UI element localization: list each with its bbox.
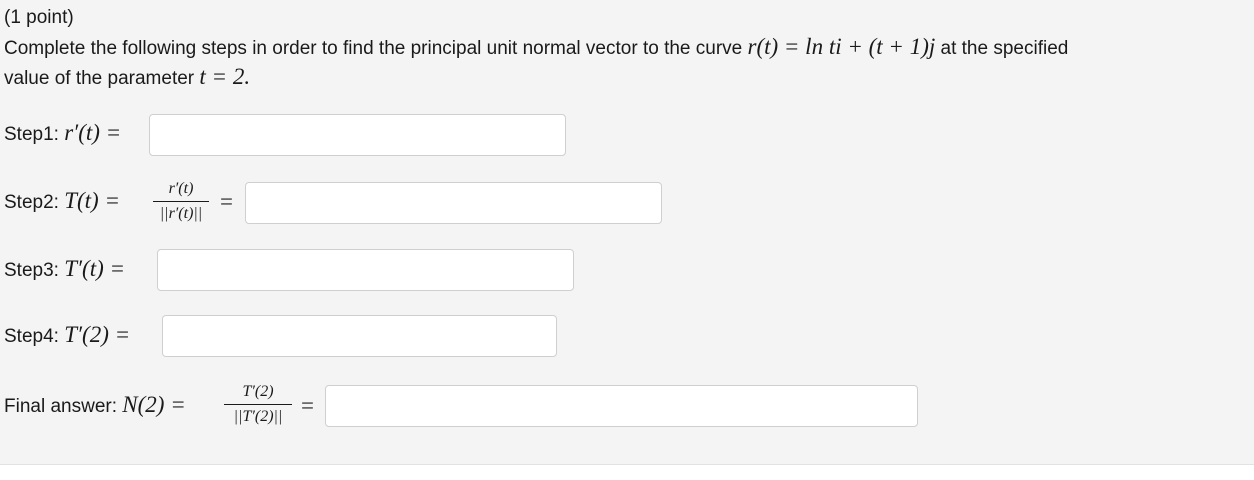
step1-label: Step1:	[4, 124, 59, 145]
prompt-text-mid: at the specified	[940, 38, 1069, 59]
final-equals: =	[301, 393, 314, 418]
step3-label: Step3:	[4, 260, 59, 281]
points-label: (1 point)	[4, 7, 74, 28]
prompt-line-1: Complete the following steps in order to…	[4, 34, 1069, 60]
step2-equals: =	[220, 189, 233, 214]
prompt-text-line2: value of the parameter	[4, 68, 195, 89]
curve-expression: r(t) = ln ti + (t + 1)j	[747, 34, 936, 59]
prompt-text-before: Complete the following steps in order to…	[4, 38, 743, 59]
step2-label-row: Step2: T(t) =	[4, 188, 120, 214]
final-answer-input[interactable]	[325, 385, 918, 427]
step4-label-row: Step4: T′(2) =	[4, 322, 131, 348]
step3-math: T′(t) =	[64, 256, 126, 281]
step2-fraction-denominator: ||r′(t)||	[159, 205, 203, 222]
final-fraction-numerator: T′(2)	[242, 383, 274, 400]
step1-input[interactable]	[149, 114, 566, 156]
question-panel: (1 point) Complete the following steps i…	[0, 0, 1254, 465]
final-fraction-denominator: ||T′(2)||	[233, 408, 283, 425]
step2-input[interactable]	[245, 182, 662, 224]
final-label: Final answer:	[4, 396, 117, 417]
step1-label-row: Step1: r′(t) =	[4, 120, 122, 146]
step1-math: r′(t) =	[64, 120, 122, 145]
step2-fraction: r′(t) ||r′(t)||	[153, 180, 209, 223]
parameter-expression: t = 2.	[199, 64, 251, 89]
step2-label: Step2:	[4, 192, 59, 213]
step4-math: T′(2) =	[64, 322, 131, 347]
step2-math: T(t) =	[64, 188, 120, 213]
step4-input[interactable]	[162, 315, 557, 357]
final-label-row: Final answer: N(2) =	[4, 392, 186, 418]
step3-label-row: Step3: T′(t) =	[4, 256, 126, 282]
step3-input[interactable]	[157, 249, 574, 291]
prompt-line-2: value of the parameter t = 2.	[4, 64, 251, 90]
final-fraction: T′(2) ||T′(2)||	[224, 383, 292, 426]
step2-fraction-numerator: r′(t)	[168, 180, 194, 197]
final-math: N(2) =	[122, 392, 186, 417]
step4-label: Step4:	[4, 326, 59, 347]
